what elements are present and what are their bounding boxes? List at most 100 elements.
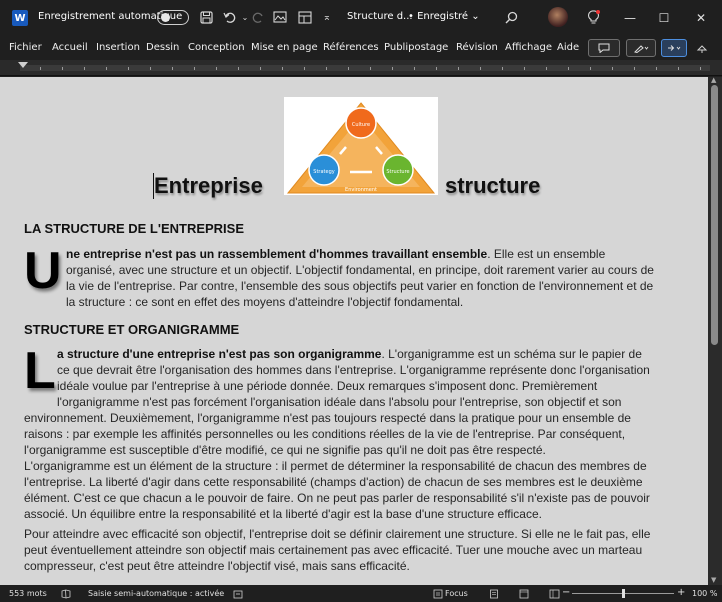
- autosave-toggle[interactable]: [157, 10, 189, 25]
- picture-icon[interactable]: [271, 8, 289, 26]
- tab-revision[interactable]: Révision: [456, 42, 498, 53]
- vertical-scrollbar[interactable]: ▲ ▼: [708, 77, 722, 585]
- tab-fichier[interactable]: Fichier: [9, 42, 42, 53]
- section2-line: l'organigramme n'est pas forcément l'org…: [57, 395, 622, 409]
- ruler-tick: [216, 67, 217, 70]
- read-mode-icon[interactable]: [488, 588, 499, 599]
- ruler-tick: [458, 67, 459, 70]
- tab-affichage[interactable]: Affichage: [505, 42, 552, 53]
- share-button[interactable]: [661, 39, 687, 57]
- print-layout-icon[interactable]: [518, 588, 529, 599]
- draw-table-icon[interactable]: [296, 8, 314, 26]
- word-count[interactable]: 553 mots: [9, 589, 47, 598]
- ruler-tick: [524, 67, 525, 70]
- focus-label[interactable]: Focus: [445, 589, 468, 598]
- section2-line: a structure d'une entreprise n'est pas s…: [57, 346, 642, 362]
- indent-marker[interactable]: [18, 62, 28, 68]
- focus-icon[interactable]: [432, 588, 443, 599]
- tab-dessin[interactable]: Dessin: [146, 42, 179, 53]
- ruler-tick: [370, 67, 371, 70]
- zoom-level[interactable]: 100 %: [692, 589, 717, 598]
- tab-aide[interactable]: Aide: [557, 42, 579, 53]
- close-icon[interactable]: ✕: [688, 8, 714, 28]
- status-bar: 553 mots Saisie semi-automatique : activ…: [0, 585, 722, 602]
- proofing-icon[interactable]: [60, 588, 71, 599]
- diagram-label-structure: Structure: [386, 169, 409, 175]
- scroll-up-icon[interactable]: ▲: [711, 77, 719, 84]
- section2-dropcap: L: [24, 342, 56, 400]
- avatar[interactable]: [548, 7, 568, 27]
- redo-icon[interactable]: [249, 8, 267, 26]
- save-status[interactable]: • Enregistré ⌄: [408, 11, 480, 22]
- section1-line: la vie de l'entreprise. Par contre, l'en…: [66, 279, 654, 293]
- scrollbar-thumb[interactable]: [711, 85, 718, 345]
- document-title[interactable]: Structure d...: [347, 11, 413, 22]
- section2-line: L'organigramme est un élément de la stru…: [24, 459, 647, 473]
- ruler-tick: [84, 67, 85, 70]
- section2-line: peut éventuellement atteindre son object…: [24, 543, 643, 557]
- ruler-tick: [348, 67, 349, 70]
- scroll-down-icon[interactable]: ▼: [711, 577, 719, 584]
- section1-bold-lead: ne entreprise n'est pas un rassemblement…: [66, 247, 488, 261]
- ruler-tick: [194, 67, 195, 70]
- accessibility-icon[interactable]: [232, 588, 243, 599]
- ruler-tick: [106, 67, 107, 70]
- ruler-track: [20, 65, 710, 71]
- diagram-label-culture: Culture: [352, 122, 370, 128]
- tab-publipostage[interactable]: Publipostage: [384, 42, 448, 53]
- document-page[interactable]: Culture Strategy Structure Environment E…: [0, 77, 708, 585]
- section2-bold-lead: a structure d'une entreprise n'est pas s…: [57, 347, 382, 361]
- ruler-tick: [326, 67, 327, 70]
- tab-mise-en-page[interactable]: Mise en page: [251, 42, 318, 53]
- ruler-tick: [304, 67, 305, 70]
- section2-line: compresseur, c'est peut être atteindre l…: [24, 559, 410, 573]
- diagram-label-strategy: Strategy: [313, 169, 334, 175]
- ruler-tick: [172, 67, 173, 70]
- zoom-slider-thumb[interactable]: [622, 589, 625, 598]
- autocomplete-status[interactable]: Saisie semi-automatique : activée: [88, 589, 224, 598]
- title-right: structure: [445, 173, 541, 198]
- lightbulb-icon[interactable]: [584, 8, 602, 26]
- tab-conception[interactable]: Conception: [188, 42, 245, 53]
- zoom-in-icon[interactable]: +: [677, 587, 685, 598]
- section1-heading: LA STRUCTURE DE L'ENTREPRISE: [24, 221, 245, 236]
- ruler-tick: [656, 67, 657, 70]
- section1-line: ne entreprise n'est pas un rassemblement…: [66, 246, 605, 262]
- ribbon-options-icon[interactable]: [693, 39, 711, 57]
- editing-mode-button[interactable]: [626, 39, 656, 57]
- customize-toolbar-icon[interactable]: ⌅: [318, 8, 336, 26]
- maximize-icon[interactable]: ☐: [651, 8, 677, 28]
- section1-line: la structure : ce sont en effet des moye…: [66, 295, 464, 309]
- section2-line: Pour atteindre avec efficacité son objec…: [24, 527, 651, 541]
- zoom-out-icon[interactable]: −: [562, 587, 570, 598]
- word-window: W Enregistrement automatique ⌄ ⌅ Structu…: [0, 0, 722, 602]
- ruler-tick: [260, 67, 261, 70]
- section1-line1-rest: . Elle est un ensemble: [487, 247, 606, 261]
- structure-diagram-image[interactable]: Culture Strategy Structure Environment: [284, 97, 438, 195]
- ruler-tick: [678, 67, 679, 70]
- save-icon[interactable]: [197, 8, 215, 26]
- section2-line: ce que devrait être l'organisation des h…: [57, 363, 650, 377]
- comments-button[interactable]: [588, 39, 620, 57]
- section1-dropcap: U: [24, 242, 62, 300]
- ruler-tick: [62, 67, 63, 70]
- search-icon[interactable]: [502, 8, 520, 26]
- document-area[interactable]: Culture Strategy Structure Environment E…: [0, 77, 708, 585]
- ruler-tick: [502, 67, 503, 70]
- tab-insertion[interactable]: Insertion: [96, 42, 140, 53]
- ruler-tick: [128, 67, 129, 70]
- word-logo-icon: W: [12, 10, 28, 26]
- section2-line: idéale voulue par l'entreprise à une pér…: [57, 379, 598, 393]
- section2-heading: STRUCTURE ET ORGANIGRAMME: [24, 322, 240, 337]
- ruler-tick: [700, 67, 701, 70]
- tab-references[interactable]: Références: [323, 42, 379, 53]
- tab-accueil[interactable]: Accueil: [52, 42, 88, 53]
- minimize-icon[interactable]: —: [617, 8, 643, 28]
- web-layout-icon[interactable]: [549, 588, 560, 599]
- ruler-tick: [546, 67, 547, 70]
- ruler-tick: [238, 67, 239, 70]
- ruler-tick: [436, 67, 437, 70]
- ruler-tick: [392, 67, 393, 70]
- ruler-tick: [414, 67, 415, 70]
- horizontal-ruler[interactable]: [0, 60, 722, 76]
